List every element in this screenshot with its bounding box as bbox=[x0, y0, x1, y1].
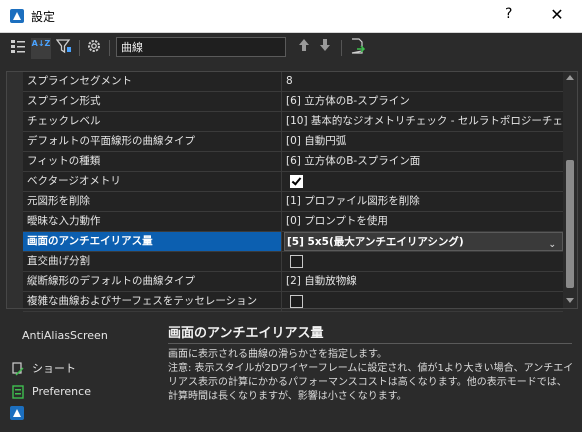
property-value[interactable]: [2] 自動放物線 bbox=[284, 272, 563, 291]
property-grid: スプラインセグメント 8 スプライン形式 [6] 立方体のB-スプライン チェッ… bbox=[6, 71, 578, 312]
toolbar: A↓Z bbox=[0, 33, 582, 63]
property-row[interactable]: デフォルトの平面線形の曲線タイプ [0] 自動円弧 bbox=[23, 132, 563, 152]
property-name: 画面のアンチエイリアス量 bbox=[23, 232, 282, 251]
property-value[interactable]: [10] 基本的なジオメトリチェック - セルラトポロジーチェック bbox=[284, 112, 563, 131]
property-row[interactable]: 縦断線形のデフォルトの曲線タイプ [2] 自動放物線 bbox=[23, 272, 563, 292]
property-value[interactable]: [1] プロファイル図形を削除 bbox=[284, 192, 563, 211]
filter-icon[interactable] bbox=[54, 38, 74, 58]
preference-icon bbox=[12, 385, 24, 399]
property-value-dropdown[interactable]: [5] 5x5(最大アンチエイリアシング) ⌄ bbox=[284, 232, 563, 251]
search-input[interactable] bbox=[116, 37, 286, 57]
toolbar-separator bbox=[79, 40, 80, 56]
arrow-down-icon[interactable] bbox=[315, 38, 335, 58]
shortcut-label: ショート bbox=[32, 362, 76, 375]
preference-label: Preference bbox=[32, 385, 91, 398]
brand-logo-icon bbox=[10, 406, 24, 420]
property-name: ベクタージオメトリ bbox=[23, 172, 282, 191]
export-icon[interactable] bbox=[348, 38, 368, 58]
settings-gear-icon[interactable] bbox=[84, 38, 104, 58]
vector-geometry-checkbox[interactable] bbox=[290, 175, 303, 188]
property-row[interactable]: 直交曲げ分割 bbox=[23, 252, 563, 272]
property-row[interactable]: 曖昧な入力動作 [0] プロンプトを使用 bbox=[23, 212, 563, 232]
description-divider bbox=[168, 343, 572, 344]
property-value[interactable]: 8 bbox=[284, 72, 563, 91]
chevron-down-icon[interactable]: ⌄ bbox=[548, 236, 556, 250]
grid-gutter bbox=[7, 72, 23, 308]
property-row[interactable]: フィットの種類 [6] 立方体のB-スプライン面 bbox=[23, 152, 563, 172]
property-value[interactable]: [6] 立方体のB-スプライン bbox=[284, 92, 563, 111]
property-name: 縦断線形のデフォルトの曲線タイプ bbox=[23, 272, 282, 291]
title-bar: 設定 ? ✕ bbox=[0, 0, 582, 33]
property-value bbox=[284, 252, 563, 271]
variable-name: AntiAliasScreen bbox=[22, 329, 108, 342]
property-name: 複雑な曲線およびサーフェスをテッセレーション bbox=[23, 292, 282, 311]
property-row[interactable]: 元図形を削除 [1] プロファイル図形を削除 bbox=[23, 192, 563, 212]
arrow-up-icon[interactable] bbox=[294, 38, 314, 58]
property-value[interactable]: [6] 立方体のB-スプライン面 bbox=[284, 152, 563, 171]
shortcut-link[interactable]: ショート bbox=[12, 360, 76, 378]
property-name: スプライン形式 bbox=[23, 92, 282, 111]
category-view-icon[interactable] bbox=[8, 38, 28, 58]
toolbar-separator bbox=[341, 40, 342, 56]
property-row[interactable]: スプラインセグメント 8 bbox=[23, 72, 563, 92]
app-logo-icon bbox=[10, 9, 24, 23]
dropdown-value: [5] 5x5(最大アンチエイリアシング) bbox=[287, 236, 464, 248]
property-value bbox=[284, 292, 563, 311]
help-button[interactable]: ? bbox=[505, 6, 512, 22]
property-rows: スプラインセグメント 8 スプライン形式 [6] 立方体のB-スプライン チェッ… bbox=[23, 72, 563, 312]
orthogonal-bend-checkbox[interactable] bbox=[290, 255, 303, 268]
vertical-scrollbar[interactable] bbox=[563, 72, 577, 308]
property-name: チェックレベル bbox=[23, 112, 282, 131]
scroll-up-icon[interactable] bbox=[566, 75, 574, 80]
shortcut-icon bbox=[12, 362, 24, 376]
property-name: 曖昧な入力動作 bbox=[23, 212, 282, 231]
preference-link[interactable]: Preference bbox=[12, 383, 91, 401]
description-title: 画面のアンチエイリアス量 bbox=[168, 326, 324, 341]
scroll-thumb[interactable] bbox=[566, 160, 574, 288]
toolbar-separator bbox=[109, 40, 110, 56]
property-row[interactable]: 複雑な曲線およびサーフェスをテッセレーション bbox=[23, 292, 563, 312]
close-button[interactable]: ✕ bbox=[545, 5, 569, 24]
alphabetic-sort-icon[interactable]: A↓Z bbox=[31, 38, 51, 59]
property-name: フィットの種類 bbox=[23, 152, 282, 171]
property-row[interactable]: チェックレベル [10] 基本的なジオメトリチェック - セルラトポロジーチェッ… bbox=[23, 112, 563, 132]
property-row[interactable]: ベクタージオメトリ bbox=[23, 172, 563, 192]
property-value[interactable]: [0] プロンプトを使用 bbox=[284, 212, 563, 231]
window-title: 設定 bbox=[31, 10, 56, 24]
sort-label: A↓Z bbox=[31, 39, 51, 48]
property-name: 直交曲げ分割 bbox=[23, 252, 282, 271]
description-text: 画面に表示される曲線の滑らかさを指定します。 注意: 表示スタイルが2Dワイヤー… bbox=[168, 348, 574, 404]
property-row-selected[interactable]: 画面のアンチエイリアス量 [5] 5x5(最大アンチエイリアシング) ⌄ bbox=[23, 232, 563, 252]
description-main: 画面に表示される曲線の滑らかさを指定します。 bbox=[168, 349, 387, 360]
property-name: 元図形を削除 bbox=[23, 192, 282, 211]
scroll-down-icon[interactable] bbox=[566, 298, 574, 303]
description-note: 注意: 表示スタイルが2Dワイヤーフレームに設定され、値が1より大きい場合、アン… bbox=[168, 363, 574, 402]
property-name: スプラインセグメント bbox=[23, 72, 282, 91]
property-name: デフォルトの平面線形の曲線タイプ bbox=[23, 132, 282, 151]
tessellation-checkbox[interactable] bbox=[290, 295, 303, 308]
property-value[interactable]: [0] 自動円弧 bbox=[284, 132, 563, 151]
property-value bbox=[284, 172, 563, 191]
property-row[interactable]: スプライン形式 [6] 立方体のB-スプライン bbox=[23, 92, 563, 112]
